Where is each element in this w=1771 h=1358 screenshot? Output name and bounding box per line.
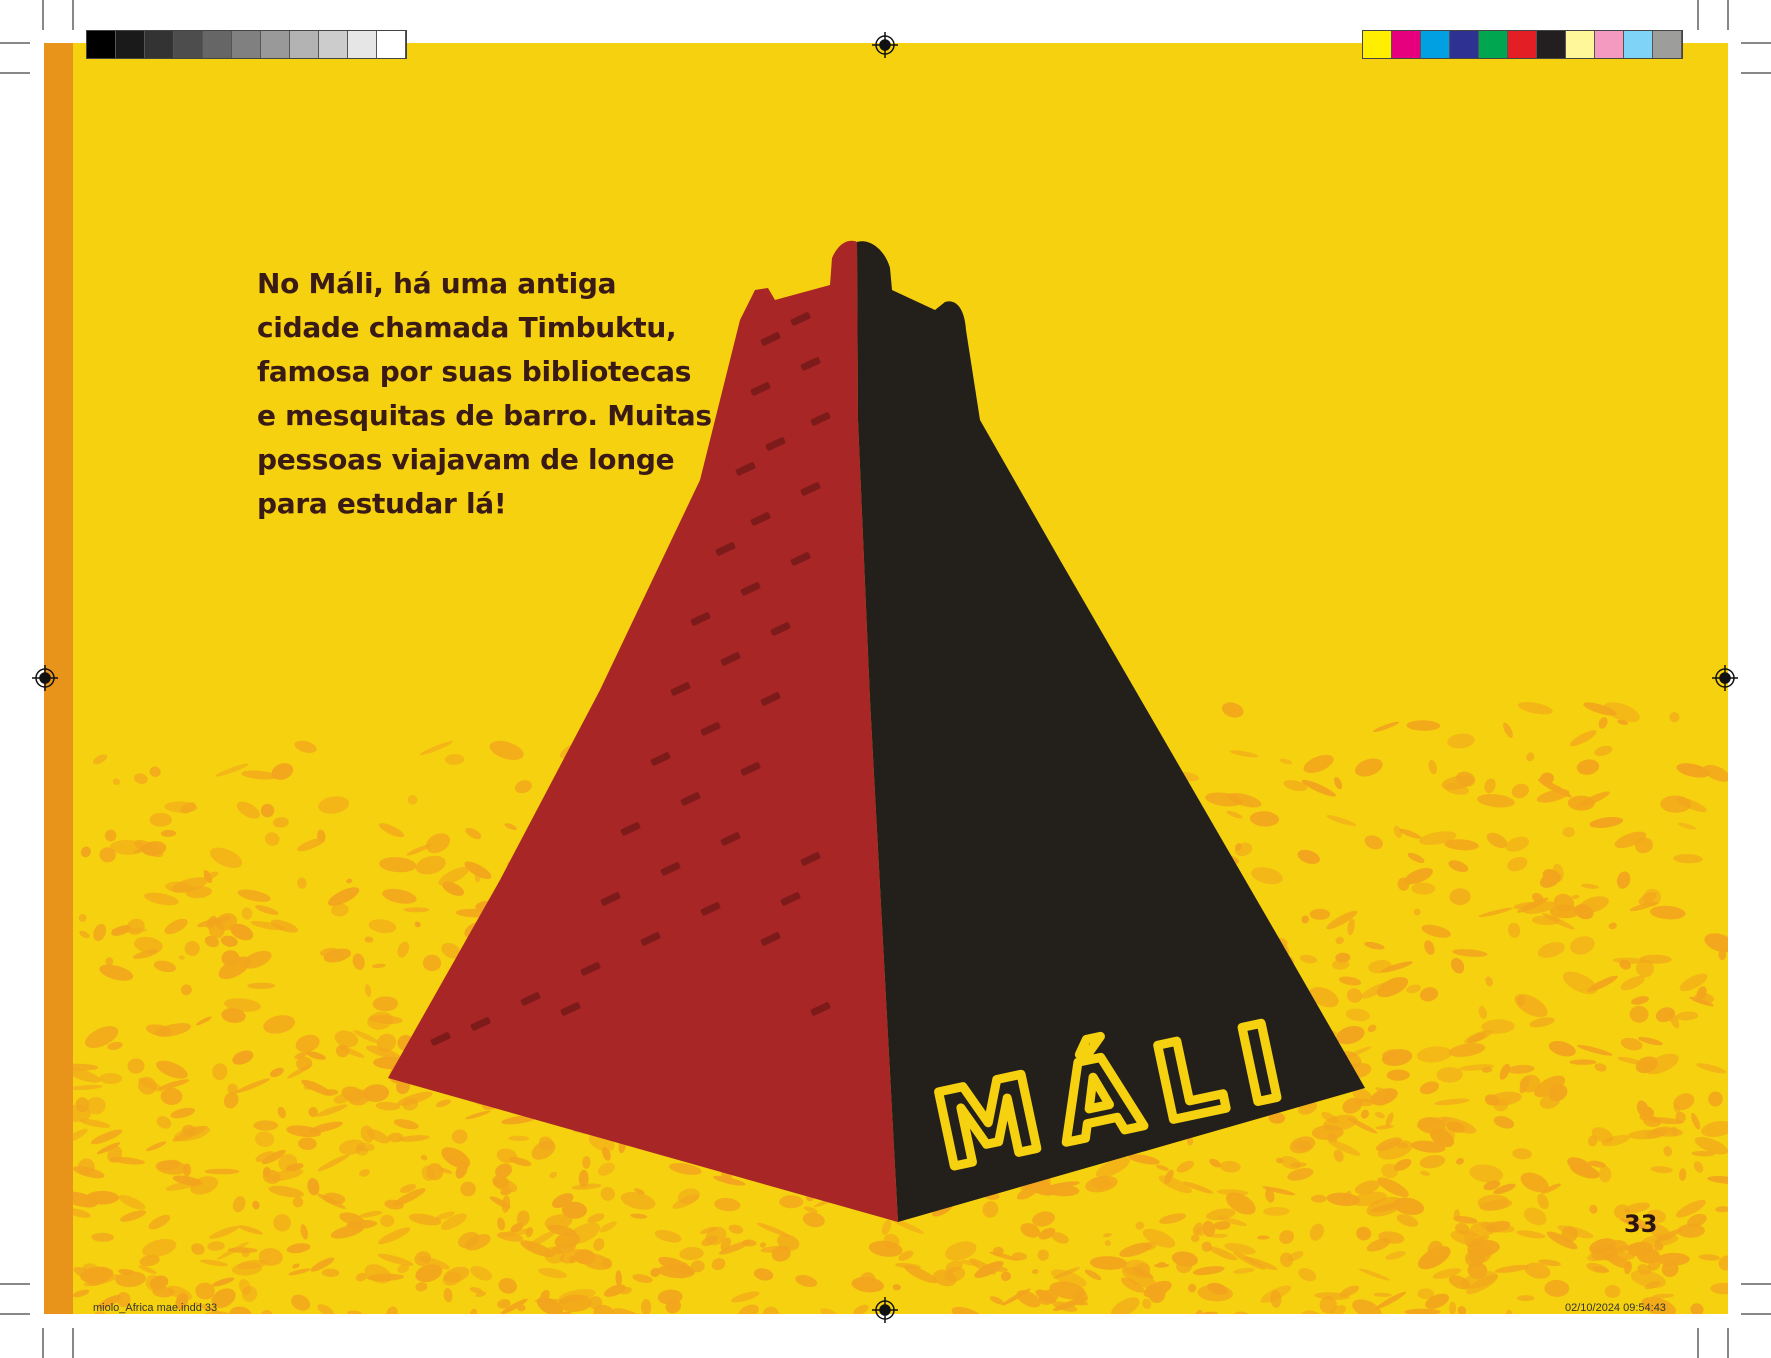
gray-color-bar	[86, 30, 407, 59]
color-swatch	[1421, 31, 1450, 58]
body-line: famosa por suas bibliotecas	[257, 355, 692, 388]
color-swatch	[1653, 31, 1682, 58]
color-swatch	[1595, 31, 1624, 58]
gray-swatch	[319, 31, 348, 58]
gray-swatch	[261, 31, 290, 58]
gray-swatch	[232, 31, 261, 58]
gray-swatch	[174, 31, 203, 58]
body-line: e mesquitas de barro. Muitas	[257, 399, 712, 432]
slug-datetime: 02/10/2024 09:54:43	[1565, 1302, 1666, 1314]
color-swatch	[1450, 31, 1479, 58]
color-swatch	[1392, 31, 1421, 58]
process-color-bar	[1362, 30, 1683, 59]
gray-swatch	[203, 31, 232, 58]
illustration: MÁLI	[0, 0, 1771, 1358]
color-swatch	[1508, 31, 1537, 58]
slug-filename: miolo_Africa mae.indd 33	[93, 1302, 218, 1314]
gray-swatch	[348, 31, 377, 58]
color-swatch	[1537, 31, 1566, 58]
page-number: 33	[1624, 1210, 1658, 1238]
body-paragraph: No Máli, há uma antiga cidade chamada Tim…	[257, 262, 712, 526]
color-swatch	[1363, 31, 1392, 58]
color-swatch	[1624, 31, 1653, 58]
gray-swatch	[377, 31, 406, 58]
color-swatch	[1479, 31, 1508, 58]
gray-swatch	[87, 31, 116, 58]
body-line: cidade chamada Timbuktu,	[257, 311, 677, 344]
color-swatch	[1566, 31, 1595, 58]
gray-swatch	[290, 31, 319, 58]
body-line: No Máli, há uma antiga	[257, 267, 617, 300]
gray-swatch	[145, 31, 174, 58]
body-line: pessoas viajavam de longe	[257, 443, 675, 476]
gray-swatch	[116, 31, 145, 58]
body-line: para estudar lá!	[257, 487, 507, 520]
